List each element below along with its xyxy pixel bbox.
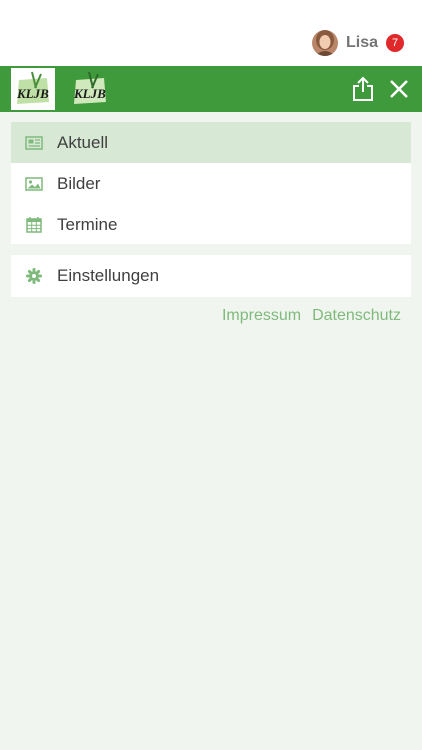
main-menu: Aktuell Bilder Termine: [11, 122, 411, 244]
menu-item-aktuell[interactable]: Aktuell: [11, 122, 411, 163]
gear-icon: [25, 267, 43, 285]
menu-label-aktuell: Aktuell: [57, 132, 109, 152]
top-bar: Lisa 7: [0, 0, 422, 66]
kljb-logo[interactable]: KLJB: [11, 68, 55, 110]
logo-lettering: KLJB: [73, 86, 106, 101]
avatar[interactable]: [311, 30, 338, 56]
newspaper-icon: [25, 134, 43, 152]
close-button[interactable]: [388, 78, 410, 100]
impressum-link[interactable]: Impressum: [222, 307, 301, 325]
menu-item-termine[interactable]: Termine: [11, 204, 411, 245]
kljb-logo-secondary[interactable]: KLJB: [68, 68, 112, 110]
notification-badge[interactable]: 7: [386, 34, 404, 52]
share-button[interactable]: [351, 76, 375, 102]
footer-links: Impressum Datenschutz: [222, 307, 401, 325]
menu-label-einstellungen: Einstellungen: [57, 265, 160, 285]
menu-item-bilder[interactable]: Bilder: [11, 163, 411, 204]
image-icon: [25, 175, 43, 193]
close-icon: [390, 80, 408, 98]
logo-lettering: KLJB: [16, 86, 49, 101]
menu-label-termine: Termine: [57, 214, 118, 234]
user-profile[interactable]: Lisa 7: [311, 30, 404, 56]
app-header: KLJB KLJB: [0, 66, 422, 112]
menu-label-bilder: Bilder: [57, 173, 101, 193]
menu-item-einstellungen[interactable]: Einstellungen: [11, 255, 411, 296]
calendar-icon: [25, 216, 43, 234]
user-name[interactable]: Lisa: [346, 34, 378, 52]
settings-menu: Einstellungen: [11, 255, 411, 297]
share-icon: [353, 76, 373, 101]
datenschutz-link[interactable]: Datenschutz: [312, 307, 401, 325]
